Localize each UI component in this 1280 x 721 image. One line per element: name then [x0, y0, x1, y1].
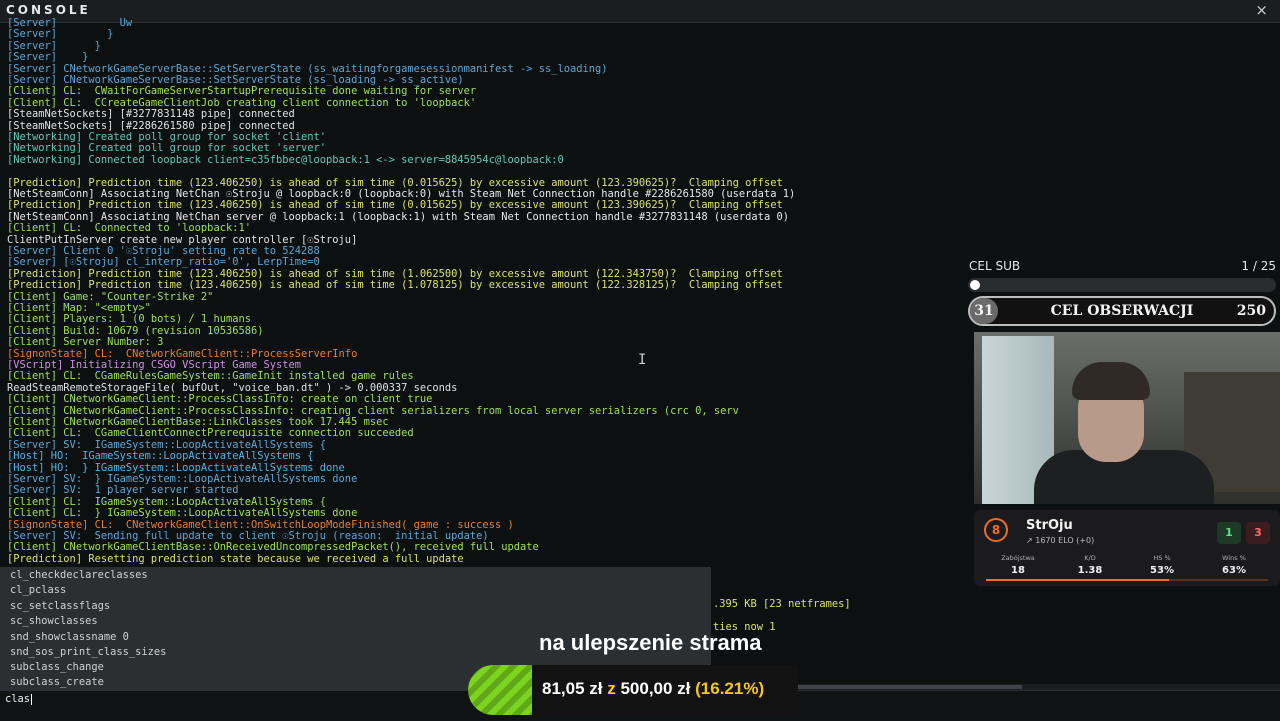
donation-goal-fill: [468, 665, 532, 715]
sub-goal-bar: [968, 278, 1276, 292]
text-cursor-icon: I: [638, 352, 647, 368]
log-line: [Server] }: [7, 51, 89, 64]
sub-goal-progress-marker: [970, 280, 980, 290]
donation-percent: (16.21%): [695, 679, 765, 698]
donation-goal-amount: 81,05 zł z 500,00 zł (16.21%): [542, 679, 764, 699]
log-line: [Client] CL: Connected to 'loopback:1': [7, 222, 251, 235]
console-title: CONSOLE: [6, 3, 91, 17]
log-line: [Host] HO: IGameSystem::LoopActivateAllS…: [7, 450, 314, 463]
faceit-player-name: StrOju: [1026, 518, 1073, 533]
donation-separator: z: [602, 679, 621, 698]
sub-goal-label: CEL SUB: [969, 259, 1021, 273]
webcam-feed: [974, 332, 1280, 504]
faceit-stat-label: Wins %: [1222, 554, 1246, 562]
log-fragment: .395 KB [23 netframes]: [713, 598, 851, 610]
faceit-stat-hs: HS % 53%: [1132, 554, 1192, 576]
faceit-stat-value: 18: [1011, 565, 1025, 576]
faceit-stat-kills: Zabójstwa 18: [988, 554, 1048, 576]
autocomplete-item[interactable]: snd_showclassname 0: [10, 631, 129, 643]
console-input-value: clas: [5, 693, 31, 705]
sub-goal-progress: 1 / 25: [1241, 259, 1276, 273]
text-caret-icon: [31, 693, 33, 705]
autocomplete-item[interactable]: subclass_change: [10, 661, 104, 673]
observation-goal-current: 31: [970, 298, 998, 324]
donation-goal-bar: 81,05 zł z 500,00 zł (16.21%): [468, 665, 798, 715]
faceit-stat-value: 1.38: [1077, 565, 1103, 576]
faceit-stat-kd: K/D 1.38: [1060, 554, 1120, 576]
observation-goal-target: 250: [1236, 303, 1266, 319]
faceit-level-icon: 8: [984, 518, 1008, 542]
faceit-widget: 8 StrOju ↗ 1670 ELO (+0) 1 3 Zabójstwa 1…: [974, 510, 1280, 586]
log-line: [Client] CL: } IGameSystem::LoopActivate…: [7, 507, 358, 520]
sub-goal-header: CEL SUB 1 / 25: [968, 258, 1276, 274]
faceit-stat-label: Zabójstwa: [1001, 554, 1035, 562]
console-input[interactable]: clas: [5, 693, 33, 705]
donation-target: 500,00 zł: [620, 679, 691, 698]
log-line: [Client] CNetworkGameClient::ProcessClas…: [7, 393, 433, 406]
log-line: [SteamNetSockets] [#3277831148 pipe] con…: [7, 108, 295, 121]
donation-current: 81,05 zł: [542, 679, 603, 698]
faceit-stat-winrate: Wins % 63%: [1204, 554, 1264, 576]
observation-goal-label: CEL OBSERWACJI: [1050, 303, 1194, 319]
faceit-stat-label: K/D: [1084, 554, 1096, 562]
autocomplete-item[interactable]: subclass_create: [10, 676, 104, 688]
log-line: [Prediction] Resetting prediction state …: [7, 552, 464, 565]
log-line: [Networking] Connected loopback client=c…: [7, 153, 564, 166]
log-line: [Client] Server Number: 3: [7, 336, 164, 349]
faceit-wins: 1: [1217, 522, 1241, 544]
autocomplete-item[interactable]: cl_pclass: [10, 584, 66, 596]
donation-goal-title: na ulepszenie strama: [539, 630, 762, 655]
webcam-person-hair: [1072, 362, 1150, 400]
faceit-stat-label: HS %: [1153, 554, 1171, 562]
faceit-level-bar: [986, 579, 1268, 581]
autocomplete-item[interactable]: sc_setclassflags: [10, 600, 110, 612]
autocomplete-item[interactable]: cl_checkdeclareclasses: [10, 569, 148, 581]
observation-goal: CEL OBSERWACJI 31 250: [968, 296, 1276, 326]
faceit-level-bar-fill: [986, 579, 1170, 581]
autocomplete-item[interactable]: snd_sos_print_class_sizes: [10, 646, 166, 658]
faceit-stat-value: 53%: [1150, 565, 1174, 576]
autocomplete-item[interactable]: sc_showclasses: [10, 615, 98, 627]
log-line: [Prediction] Prediction time (123.406250…: [7, 279, 783, 292]
faceit-stat-value: 63%: [1222, 565, 1246, 576]
faceit-losses: 3: [1246, 522, 1270, 544]
faceit-elo: ↗ 1670 ELO (+0): [1026, 536, 1095, 545]
